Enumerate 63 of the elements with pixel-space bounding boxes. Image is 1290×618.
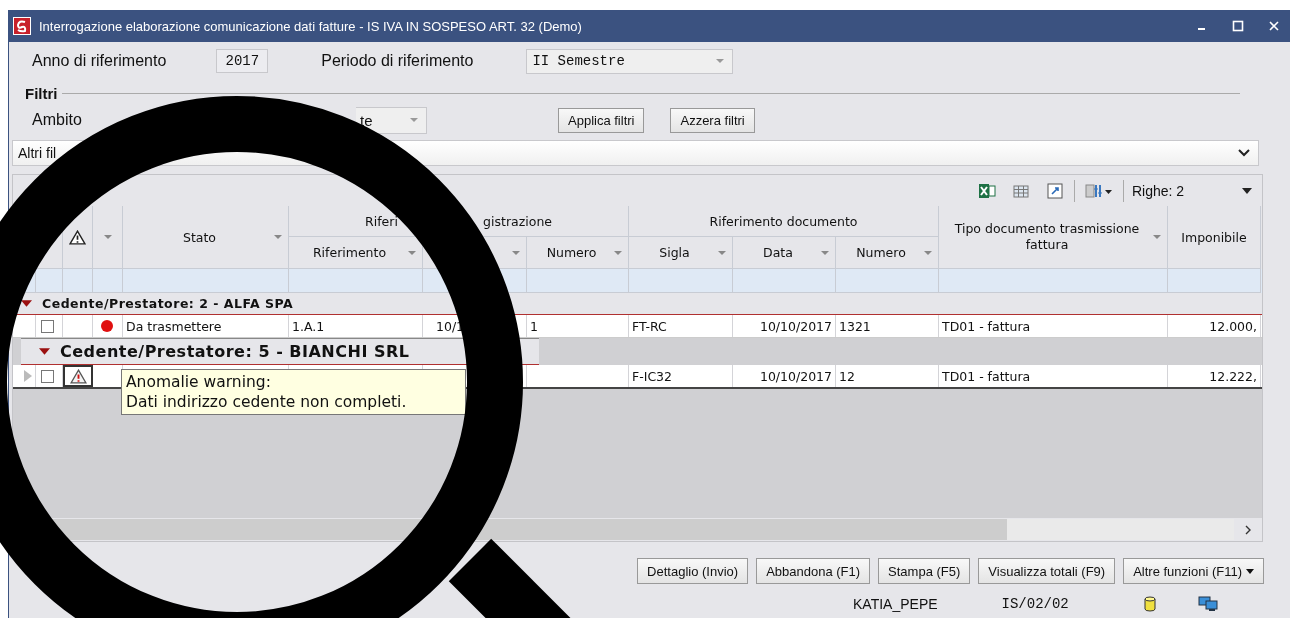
column-group-header: Riferi [365,213,398,229]
window-title: Interrogazione elaborazione comunicazione dati fatture - IS IVA IN SOSPESO ART. 32 (Demo) [39,18,583,34]
row-checkbox[interactable] [41,319,54,333]
action-button[interactable]: Dettaglio (Invio) [637,558,749,584]
warning-icon[interactable] [69,368,87,384]
caret-icon[interactable] [1242,187,1252,194]
year-field[interactable]: 2017 [216,49,269,73]
table-cell: 1 [530,318,538,334]
table-cell: TD01 - fattura [942,368,1031,384]
chevron-down-icon[interactable] [1238,149,1250,157]
table-cell: 1.A.1 [292,318,325,334]
expand-caret-icon[interactable] [39,346,50,357]
table-cell: 12.222, [1209,368,1257,384]
action-button[interactable]: Altre funzioni (F11) [1123,558,1264,584]
field-label: Anno di riferimento [32,52,167,70]
column-header[interactable]: Sigla [637,245,712,260]
group-header: Cedente/Prestatore: 2 - ALFA SPA [42,296,294,311]
table-cell: Da trasmettere [126,318,222,334]
network-icon [1197,596,1218,612]
warning-icon [69,229,86,245]
table-cell: 12.000, [1209,318,1257,334]
maximize-icon[interactable] [1232,20,1244,32]
field-label: Ambito [32,111,83,129]
scope-dropdown[interactable]: te [356,106,427,134]
row-count: Righe: 2 [1131,182,1186,199]
close-icon[interactable] [1268,20,1280,32]
expand-caret-icon[interactable] [21,298,32,309]
column-header[interactable]: Tipo documento trasmissione fattura [952,220,1142,254]
column-header[interactable]: Numero [844,245,918,260]
apply-filters-button[interactable]: Applica filtri [558,107,645,133]
export-icon[interactable] [1046,181,1064,200]
column-header[interactable]: Numero [535,245,608,260]
action-button[interactable]: Visualizza totali (F9) [978,558,1116,584]
table-cell: 12 [839,368,855,384]
period-dropdown[interactable]: II Semestre [526,48,734,74]
column-header[interactable]: Imponibile [1181,229,1247,245]
field-label: Periodo di riferimento [321,52,474,70]
table-cell: FT-RC [632,318,667,334]
column-header[interactable]: Data [741,245,815,260]
column-group-header: Riferimento documento [709,213,858,229]
column-group-header: gistrazione [483,213,552,229]
column-header[interactable]: Riferimento [297,245,402,260]
column-settings-icon[interactable] [1085,181,1113,200]
database-icon [1143,596,1156,612]
table-cell: F-IC32 [632,368,673,384]
table-cell: TD01 - fattura [942,318,1031,334]
section-title: Filtri [24,84,59,102]
status-user: KATIA_PEPE [853,596,938,612]
table-cell: 10/10/2017 [759,368,832,384]
table-cell: 1321 [839,318,871,334]
status-code: IS/02/02 [1001,596,1069,612]
app-logo-icon [13,17,31,35]
action-button[interactable]: Stampa (F5) [878,558,971,584]
group-header: Cedente/Prestatore: 5 - BIANCHI SRL [60,342,410,361]
row-checkbox[interactable] [41,369,54,383]
action-button[interactable]: Abbandona (F1) [756,558,871,584]
table-cell: 10/10/2017 [759,318,832,334]
caret-icon[interactable] [1246,568,1254,574]
reset-filters-button[interactable]: Azzera filtri [670,107,755,133]
scroll-right-icon[interactable] [1244,524,1252,535]
excel-icon[interactable] [978,181,996,200]
column-header[interactable]: Stato [131,229,268,245]
tooltip: Anomalie warning: Dati indirizzo cedente non completi. [121,369,466,415]
